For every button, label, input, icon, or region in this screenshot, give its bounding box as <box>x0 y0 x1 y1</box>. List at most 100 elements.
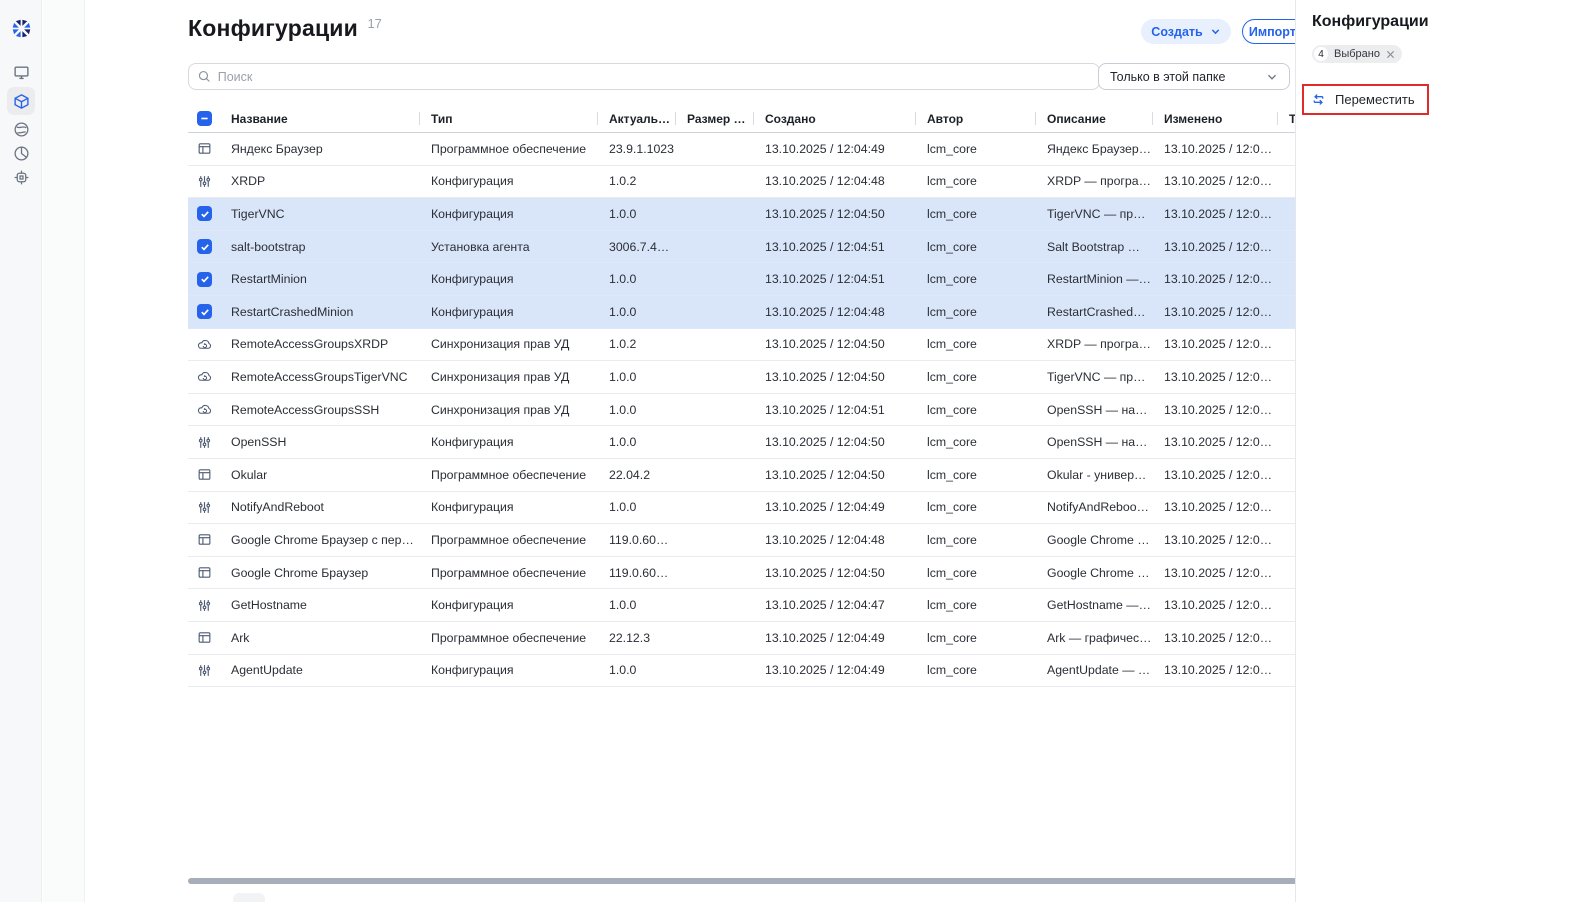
row-name: TigerVNC <box>231 206 285 221</box>
col-header-author[interactable]: Автор <box>915 105 1035 132</box>
row-type: Конфигурация <box>431 500 514 515</box>
row-checkbox-cell <box>188 271 219 287</box>
row-version: 1.0.0 <box>609 500 637 515</box>
row-name: Google Chrome Браузер с перез… <box>231 532 419 547</box>
check-icon <box>200 211 209 218</box>
col-header-description[interactable]: Описание <box>1035 105 1152 132</box>
row-author: lcm_core <box>927 141 977 156</box>
col-header-name[interactable]: Название <box>219 105 419 132</box>
row-author: lcm_core <box>927 467 977 482</box>
row-version: 1.0.2 <box>609 174 637 189</box>
row-type-icon-cell <box>188 598 219 613</box>
items-count: 17 <box>367 16 382 31</box>
row-type-icon-cell <box>188 630 219 645</box>
row-version: 1.0.0 <box>609 304 637 319</box>
row-author: lcm_core <box>927 304 977 319</box>
table-row[interactable]: XRDP Конфигурация 1.0.2 13.10.2025 / 12:… <box>188 166 1350 199</box>
row-created: 13.10.2025 / 12:04:51 <box>765 402 885 417</box>
table-row[interactable]: Google Chrome Браузер с перез… Программн… <box>188 524 1350 557</box>
create-button-label: Создать <box>1151 24 1203 39</box>
pagination-partial-left[interactable] <box>233 893 265 902</box>
row-description: Ark — графичес… <box>1047 630 1152 645</box>
table-row[interactable]: RestartCrashedMinion Конфигурация 1.0.0 … <box>188 295 1350 329</box>
row-name: XRDP <box>231 174 266 189</box>
sidebar-item-configurations[interactable] <box>7 87 35 115</box>
row-modified: 13.10.2025 / 12:0… <box>1164 630 1273 645</box>
search-field[interactable] <box>188 63 1100 90</box>
row-checkbox-cell <box>188 206 219 222</box>
row-checkbox-checked[interactable] <box>197 206 212 222</box>
row-author: lcm_core <box>927 565 977 580</box>
table-row[interactable]: GetHostname Конфигурация 1.0.0 13.10.202… <box>188 589 1350 622</box>
software-icon <box>198 469 211 480</box>
row-description: NotifyAndReboot … <box>1047 500 1152 515</box>
table-row[interactable]: RestartMinion Конфигурация 1.0.0 13.10.2… <box>188 263 1350 296</box>
row-created: 13.10.2025 / 12:04:48 <box>765 304 885 319</box>
table-row[interactable]: Ark Программное обеспечение 22.12.3 13.1… <box>188 622 1350 655</box>
row-created: 13.10.2025 / 12:04:51 <box>765 272 885 287</box>
row-created: 13.10.2025 / 12:04:49 <box>765 500 885 515</box>
row-type-icon-cell <box>188 369 219 384</box>
config-sliders-icon <box>198 599 211 611</box>
row-description: OpenSSH — наб… <box>1047 435 1152 450</box>
search-input[interactable] <box>217 69 1090 84</box>
row-type: Конфигурация <box>431 174 514 189</box>
chevron-down-icon <box>1268 74 1276 80</box>
icon-sidebar <box>0 0 42 902</box>
row-description: RestartCrashedM… <box>1047 304 1152 319</box>
panel-title: Конфигурации <box>1312 13 1429 30</box>
close-icon[interactable] <box>1386 50 1395 59</box>
table-row[interactable]: TigerVNC Конфигурация 1.0.0 13.10.2025 /… <box>188 198 1350 231</box>
row-version: 22.12.3 <box>609 630 651 645</box>
table-row[interactable]: Okular Программное обеспечение 22.04.2 1… <box>188 459 1350 492</box>
check-icon <box>200 308 209 316</box>
row-type: Программное обеспечение <box>431 565 587 580</box>
horizontal-scrollbar[interactable] <box>188 878 1350 884</box>
table-row[interactable]: Google Chrome Браузер Программное обеспе… <box>188 557 1350 590</box>
table-row[interactable]: NotifyAndReboot Конфигурация 1.0.0 13.10… <box>188 492 1350 525</box>
row-author: lcm_core <box>927 174 977 189</box>
row-type-icon-cell <box>188 337 219 352</box>
main-content: Конфигурации 17 Создать Импортировать То… <box>85 0 1356 902</box>
col-header-version[interactable]: Актуаль… <box>597 105 675 132</box>
row-version: 22.04.2 <box>609 467 651 482</box>
row-type: Установка агента <box>431 239 530 254</box>
row-modified: 13.10.2025 / 12:0… <box>1164 206 1273 221</box>
config-sliders-icon <box>198 176 211 187</box>
sync-cloud-icon <box>197 404 212 414</box>
create-button[interactable]: Создать <box>1141 19 1231 44</box>
row-checkbox-checked[interactable] <box>197 271 212 287</box>
row-type-icon-cell <box>188 467 219 482</box>
row-name: RestartMinion <box>231 272 307 287</box>
software-icon <box>198 632 211 643</box>
folder-scope-select[interactable]: Только в этой папке <box>1098 63 1290 90</box>
col-header-type[interactable]: Тип <box>419 105 597 132</box>
table-row[interactable]: RemoteAccessGroupsSSH Синхронизация прав… <box>188 394 1350 427</box>
table-row[interactable]: OpenSSH Конфигурация 1.0.0 13.10.2025 / … <box>188 426 1350 459</box>
table-row[interactable]: Яндекс Браузер Программное обеспечение 2… <box>188 133 1350 166</box>
move-button[interactable]: Переместить <box>1304 92 1415 107</box>
row-description: RestartMinion — … <box>1047 272 1152 287</box>
table-row[interactable]: AgentUpdate Конфигурация 1.0.0 13.10.202… <box>188 655 1350 688</box>
select-all-checkbox[interactable] <box>188 105 219 132</box>
row-type: Программное обеспечение <box>431 630 587 645</box>
table-row[interactable]: salt-bootstrap Установка агента 3006.7.4… <box>188 230 1350 264</box>
sidebar-item-modules[interactable] <box>7 163 35 191</box>
col-header-created[interactable]: Создано <box>753 105 915 132</box>
row-modified: 13.10.2025 / 12:0… <box>1164 174 1273 189</box>
check-icon <box>200 276 209 283</box>
col-header-size[interactable]: Размер … <box>675 105 753 132</box>
software-icon <box>198 534 211 546</box>
row-version: 119.0.60… <box>609 532 669 547</box>
row-modified: 13.10.2025 / 12:0… <box>1164 141 1273 156</box>
row-created: 13.10.2025 / 12:04:49 <box>765 630 885 645</box>
row-checkbox-checked[interactable] <box>197 239 212 255</box>
sidebar-item-computers[interactable] <box>7 58 35 86</box>
row-type: Конфигурация <box>431 272 514 287</box>
col-header-modified[interactable]: Изменено <box>1152 105 1277 132</box>
table-row[interactable]: RemoteAccessGroupsTigerVNC Синхронизация… <box>188 361 1350 394</box>
row-checkbox-checked[interactable] <box>197 304 212 320</box>
table-row[interactable]: RemoteAccessGroupsXRDP Синхронизация пра… <box>188 329 1350 362</box>
row-created: 13.10.2025 / 12:04:50 <box>765 206 885 221</box>
annotation-red-box: Переместить <box>1302 84 1429 115</box>
